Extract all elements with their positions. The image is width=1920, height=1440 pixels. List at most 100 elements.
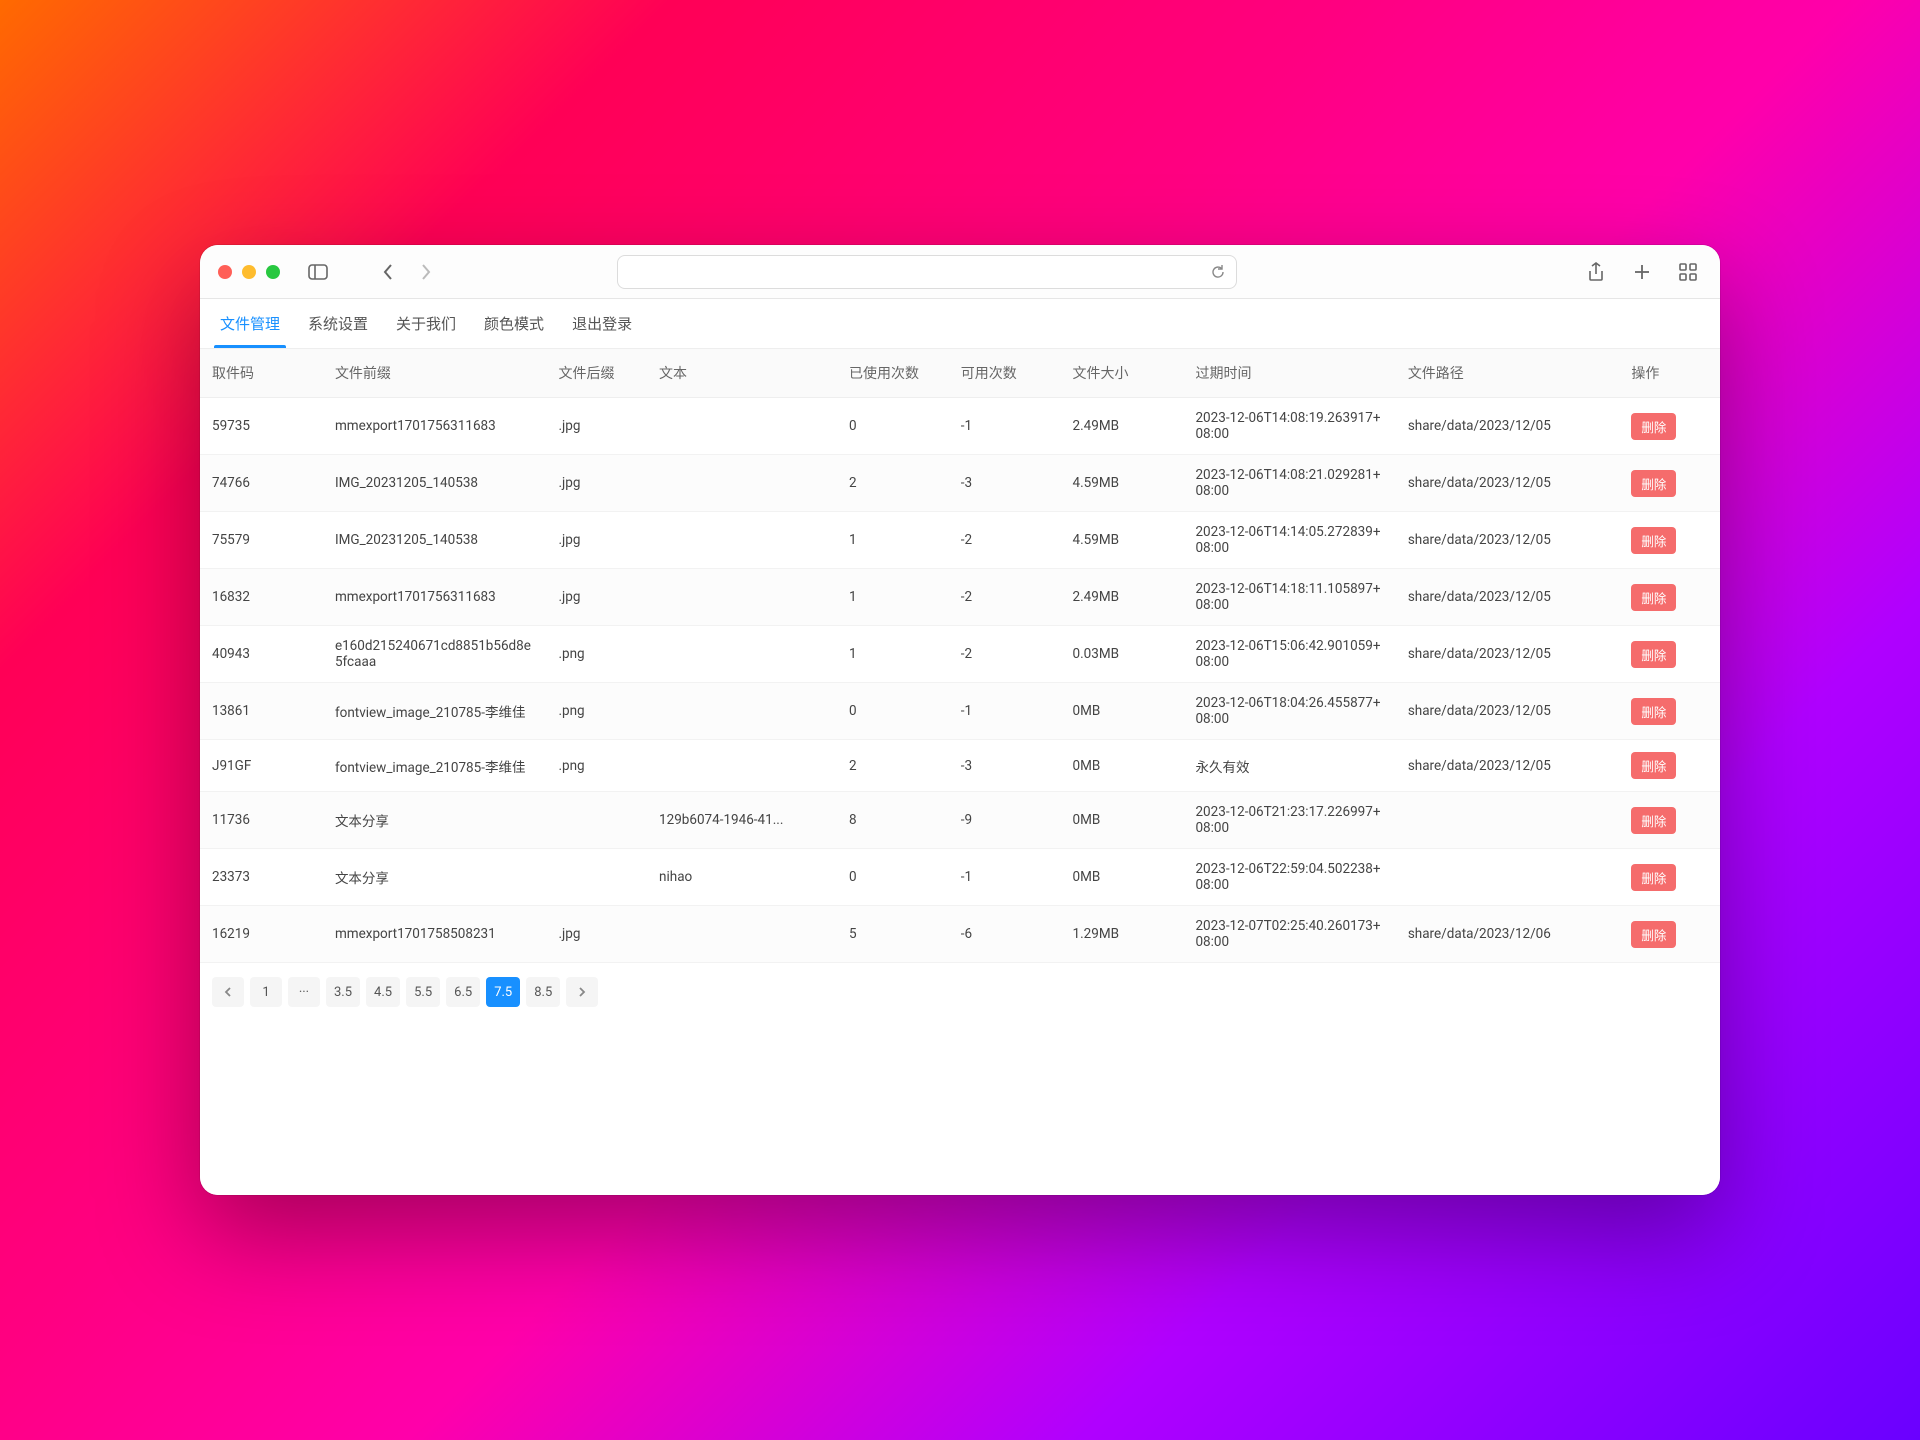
cell: .png [546, 740, 647, 792]
table-row: 59735mmexport1701756311683.jpg0-12.49MB2… [200, 398, 1720, 455]
nav-tab-4[interactable]: 退出登录 [572, 299, 632, 348]
cell: 75579 [200, 512, 323, 569]
cell: mmexport1701756311683 [323, 398, 547, 455]
column-header: 取件码 [200, 349, 323, 398]
cell: .jpg [546, 906, 647, 963]
cell: -1 [949, 849, 1061, 906]
cell: 16219 [200, 906, 323, 963]
cell [647, 455, 837, 512]
page-number[interactable]: 3.5 [326, 977, 360, 1007]
back-button[interactable] [374, 258, 402, 286]
column-header: 文件后缀 [546, 349, 647, 398]
cell: share/data/2023/12/06 [1396, 906, 1620, 963]
cell: 0 [837, 849, 949, 906]
nav-tab-0[interactable]: 文件管理 [220, 299, 280, 348]
forward-button[interactable] [412, 258, 440, 286]
nav-tabs: 文件管理系统设置关于我们颜色模式退出登录 [200, 299, 1720, 349]
cell: 13861 [200, 683, 323, 740]
cell: share/data/2023/12/05 [1396, 512, 1620, 569]
nav-tab-3[interactable]: 颜色模式 [484, 299, 544, 348]
maximize-window-button[interactable] [266, 265, 280, 279]
titlebar [200, 245, 1720, 299]
cell: 2.49MB [1061, 398, 1184, 455]
cell: 2 [837, 740, 949, 792]
table-row: 16832mmexport1701756311683.jpg1-22.49MB2… [200, 569, 1720, 626]
page-number[interactable]: 5.5 [406, 977, 440, 1007]
cell: 0MB [1061, 740, 1184, 792]
column-header: 已使用次数 [837, 349, 949, 398]
cell [647, 626, 837, 683]
page-prev[interactable] [212, 977, 244, 1007]
cell: share/data/2023/12/05 [1396, 569, 1620, 626]
tab-overview-icon[interactable] [1674, 258, 1702, 286]
table-row: 23373文本分享nihao0-10MB2023-12-06T22:59:04.… [200, 849, 1720, 906]
delete-button[interactable]: 删除 [1631, 527, 1676, 554]
cell: 2023-12-06T22:59:04.502238+08:00 [1183, 849, 1395, 906]
delete-button[interactable]: 删除 [1631, 921, 1676, 948]
delete-button[interactable]: 删除 [1631, 470, 1676, 497]
table-row: 11736文本分享129b6074-1946-41...8-90MB2023-1… [200, 792, 1720, 849]
cell: .jpg [546, 512, 647, 569]
column-header: 文件路径 [1396, 349, 1620, 398]
nav-tab-1[interactable]: 系统设置 [308, 299, 368, 348]
cell: 1 [837, 512, 949, 569]
cell: 2023-12-07T02:25:40.260173+08:00 [1183, 906, 1395, 963]
nav-tab-2[interactable]: 关于我们 [396, 299, 456, 348]
delete-button[interactable]: 删除 [1631, 698, 1676, 725]
page-number[interactable]: 7.5 [486, 977, 520, 1007]
cell: share/data/2023/12/05 [1396, 455, 1620, 512]
cell: .jpg [546, 569, 647, 626]
cell: 2023-12-06T14:18:11.105897+08:00 [1183, 569, 1395, 626]
sidebar-toggle-icon[interactable] [304, 258, 332, 286]
close-window-button[interactable] [218, 265, 232, 279]
cell: -1 [949, 683, 1061, 740]
delete-button[interactable]: 删除 [1631, 413, 1676, 440]
cell: e160d215240671cd8851b56d8e5fcaaa [323, 626, 547, 683]
cell [647, 512, 837, 569]
cell: mmexport1701756311683 [323, 569, 547, 626]
cell: 4.59MB [1061, 512, 1184, 569]
cell: 16832 [200, 569, 323, 626]
table-row: 74766IMG_20231205_140538.jpg2-34.59MB202… [200, 455, 1720, 512]
browser-window: 文件管理系统设置关于我们颜色模式退出登录 取件码文件前缀文件后缀文本已使用次数可… [200, 245, 1720, 1195]
share-icon[interactable] [1582, 258, 1610, 286]
cell [647, 740, 837, 792]
table-row: 16219mmexport1701758508231.jpg5-61.29MB2… [200, 906, 1720, 963]
cell: 0MB [1061, 683, 1184, 740]
reload-icon[interactable] [1210, 264, 1226, 280]
page-number[interactable]: 8.5 [526, 977, 560, 1007]
cell: 0 [837, 398, 949, 455]
cell: 2.49MB [1061, 569, 1184, 626]
cell [647, 906, 837, 963]
cell: -9 [949, 792, 1061, 849]
page-next[interactable] [566, 977, 598, 1007]
cell: -2 [949, 626, 1061, 683]
cell: 2023-12-06T14:08:19.263917+08:00 [1183, 398, 1395, 455]
delete-button[interactable]: 删除 [1631, 807, 1676, 834]
cell: -2 [949, 512, 1061, 569]
cell: 0MB [1061, 792, 1184, 849]
delete-button[interactable]: 删除 [1631, 752, 1676, 779]
cell: 11736 [200, 792, 323, 849]
delete-button[interactable]: 删除 [1631, 641, 1676, 668]
delete-button[interactable]: 删除 [1631, 864, 1676, 891]
page-number[interactable]: 6.5 [446, 977, 480, 1007]
cell: 0 [837, 683, 949, 740]
cell: .png [546, 683, 647, 740]
page-number[interactable]: 4.5 [366, 977, 400, 1007]
page-number[interactable]: 1 [250, 977, 282, 1007]
minimize-window-button[interactable] [242, 265, 256, 279]
address-bar[interactable] [617, 255, 1237, 289]
column-header: 操作 [1619, 349, 1720, 398]
cell: 永久有效 [1183, 740, 1395, 792]
delete-button[interactable]: 删除 [1631, 584, 1676, 611]
cell [647, 683, 837, 740]
new-tab-icon[interactable] [1628, 258, 1656, 286]
cell: 2023-12-06T21:23:17.226997+08:00 [1183, 792, 1395, 849]
cell: 40943 [200, 626, 323, 683]
cell: 59735 [200, 398, 323, 455]
table-row: J91GFfontview_image_210785-李维佳.png2-30MB… [200, 740, 1720, 792]
cell [546, 792, 647, 849]
cell: 0MB [1061, 849, 1184, 906]
cell: .png [546, 626, 647, 683]
